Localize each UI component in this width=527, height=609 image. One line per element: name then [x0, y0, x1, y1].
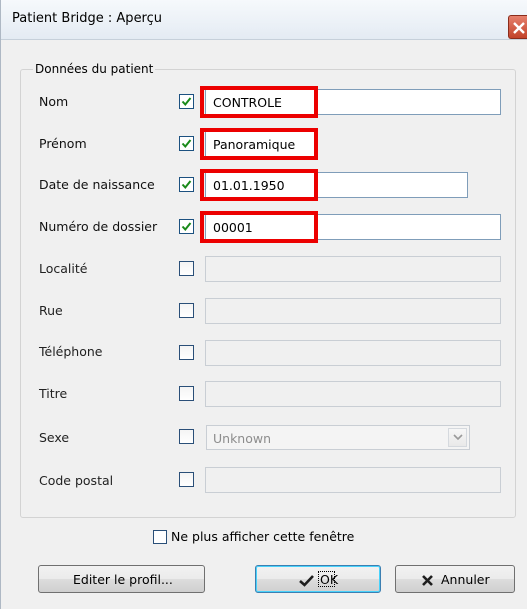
label-code-postal: Code postal — [39, 473, 114, 488]
checkbox-prenom[interactable] — [179, 136, 194, 151]
checkmark-icon — [181, 180, 192, 190]
telephone-field[interactable] — [205, 340, 501, 366]
group-title: Données du patient — [33, 62, 156, 76]
checkbox-rue[interactable] — [179, 303, 194, 318]
ok-button[interactable]: OK — [255, 565, 381, 593]
edit-profile-button[interactable]: Editer le profil... — [38, 565, 205, 593]
label-numero-dossier: Numéro de dossier — [39, 219, 158, 234]
date-naissance-field[interactable]: 01.01.1950 — [205, 172, 468, 198]
cancel-label: Annuler — [441, 572, 490, 587]
label-sexe: Sexe — [39, 430, 70, 445]
close-button[interactable] — [508, 15, 527, 39]
sexe-select[interactable]: Unknown — [206, 425, 470, 450]
checkmark-icon — [181, 222, 192, 232]
checkmark-icon — [181, 97, 192, 107]
checkbox-telephone[interactable] — [179, 345, 194, 360]
close-icon — [422, 575, 433, 586]
prenom-field[interactable]: Panoramique — [205, 131, 318, 157]
checkbox-code-postal[interactable] — [179, 472, 194, 487]
close-icon — [513, 22, 525, 34]
label-nom: Nom — [39, 94, 69, 109]
edit-profile-label: Editer le profil... — [73, 572, 173, 587]
patient-bridge-dialog: Patient Bridge : Aperçu Données du patie… — [0, 0, 527, 609]
checkmark-icon — [299, 575, 314, 587]
code-postal-field[interactable] — [205, 467, 501, 493]
title-bar[interactable]: Patient Bridge : Aperçu — [1, 0, 527, 40]
ok-label: OK — [320, 572, 339, 587]
checkbox-numero-dossier[interactable] — [179, 219, 194, 234]
label-localite: Localité — [39, 261, 88, 276]
cancel-button[interactable]: Annuler — [395, 565, 515, 593]
numero-dossier-field[interactable]: 00001 — [205, 214, 501, 240]
nom-field[interactable]: CONTROLE — [205, 89, 501, 115]
label-titre: Titre — [39, 386, 68, 401]
titre-field[interactable] — [205, 381, 501, 407]
dont-show-label: Ne plus afficher cette fenêtre — [171, 529, 355, 544]
checkbox-nom[interactable] — [179, 94, 194, 109]
dropdown-button[interactable] — [448, 428, 467, 447]
label-date-naissance: Date de naissance — [39, 177, 155, 192]
checkbox-localite[interactable] — [179, 261, 194, 276]
chevron-down-icon — [453, 434, 463, 441]
label-telephone: Téléphone — [39, 344, 103, 359]
localite-field[interactable] — [205, 256, 501, 282]
checkmark-icon — [181, 139, 192, 149]
window-title: Patient Bridge : Aperçu — [12, 11, 163, 26]
sexe-select-value: Unknown — [213, 431, 272, 446]
checkbox-sexe[interactable] — [179, 429, 194, 444]
label-prenom: Prénom — [39, 136, 87, 151]
rue-field[interactable] — [205, 298, 501, 324]
checkbox-titre[interactable] — [179, 386, 194, 401]
checkbox-date-naissance[interactable] — [179, 177, 194, 192]
dont-show-checkbox[interactable] — [153, 530, 167, 544]
label-rue: Rue — [39, 303, 63, 318]
